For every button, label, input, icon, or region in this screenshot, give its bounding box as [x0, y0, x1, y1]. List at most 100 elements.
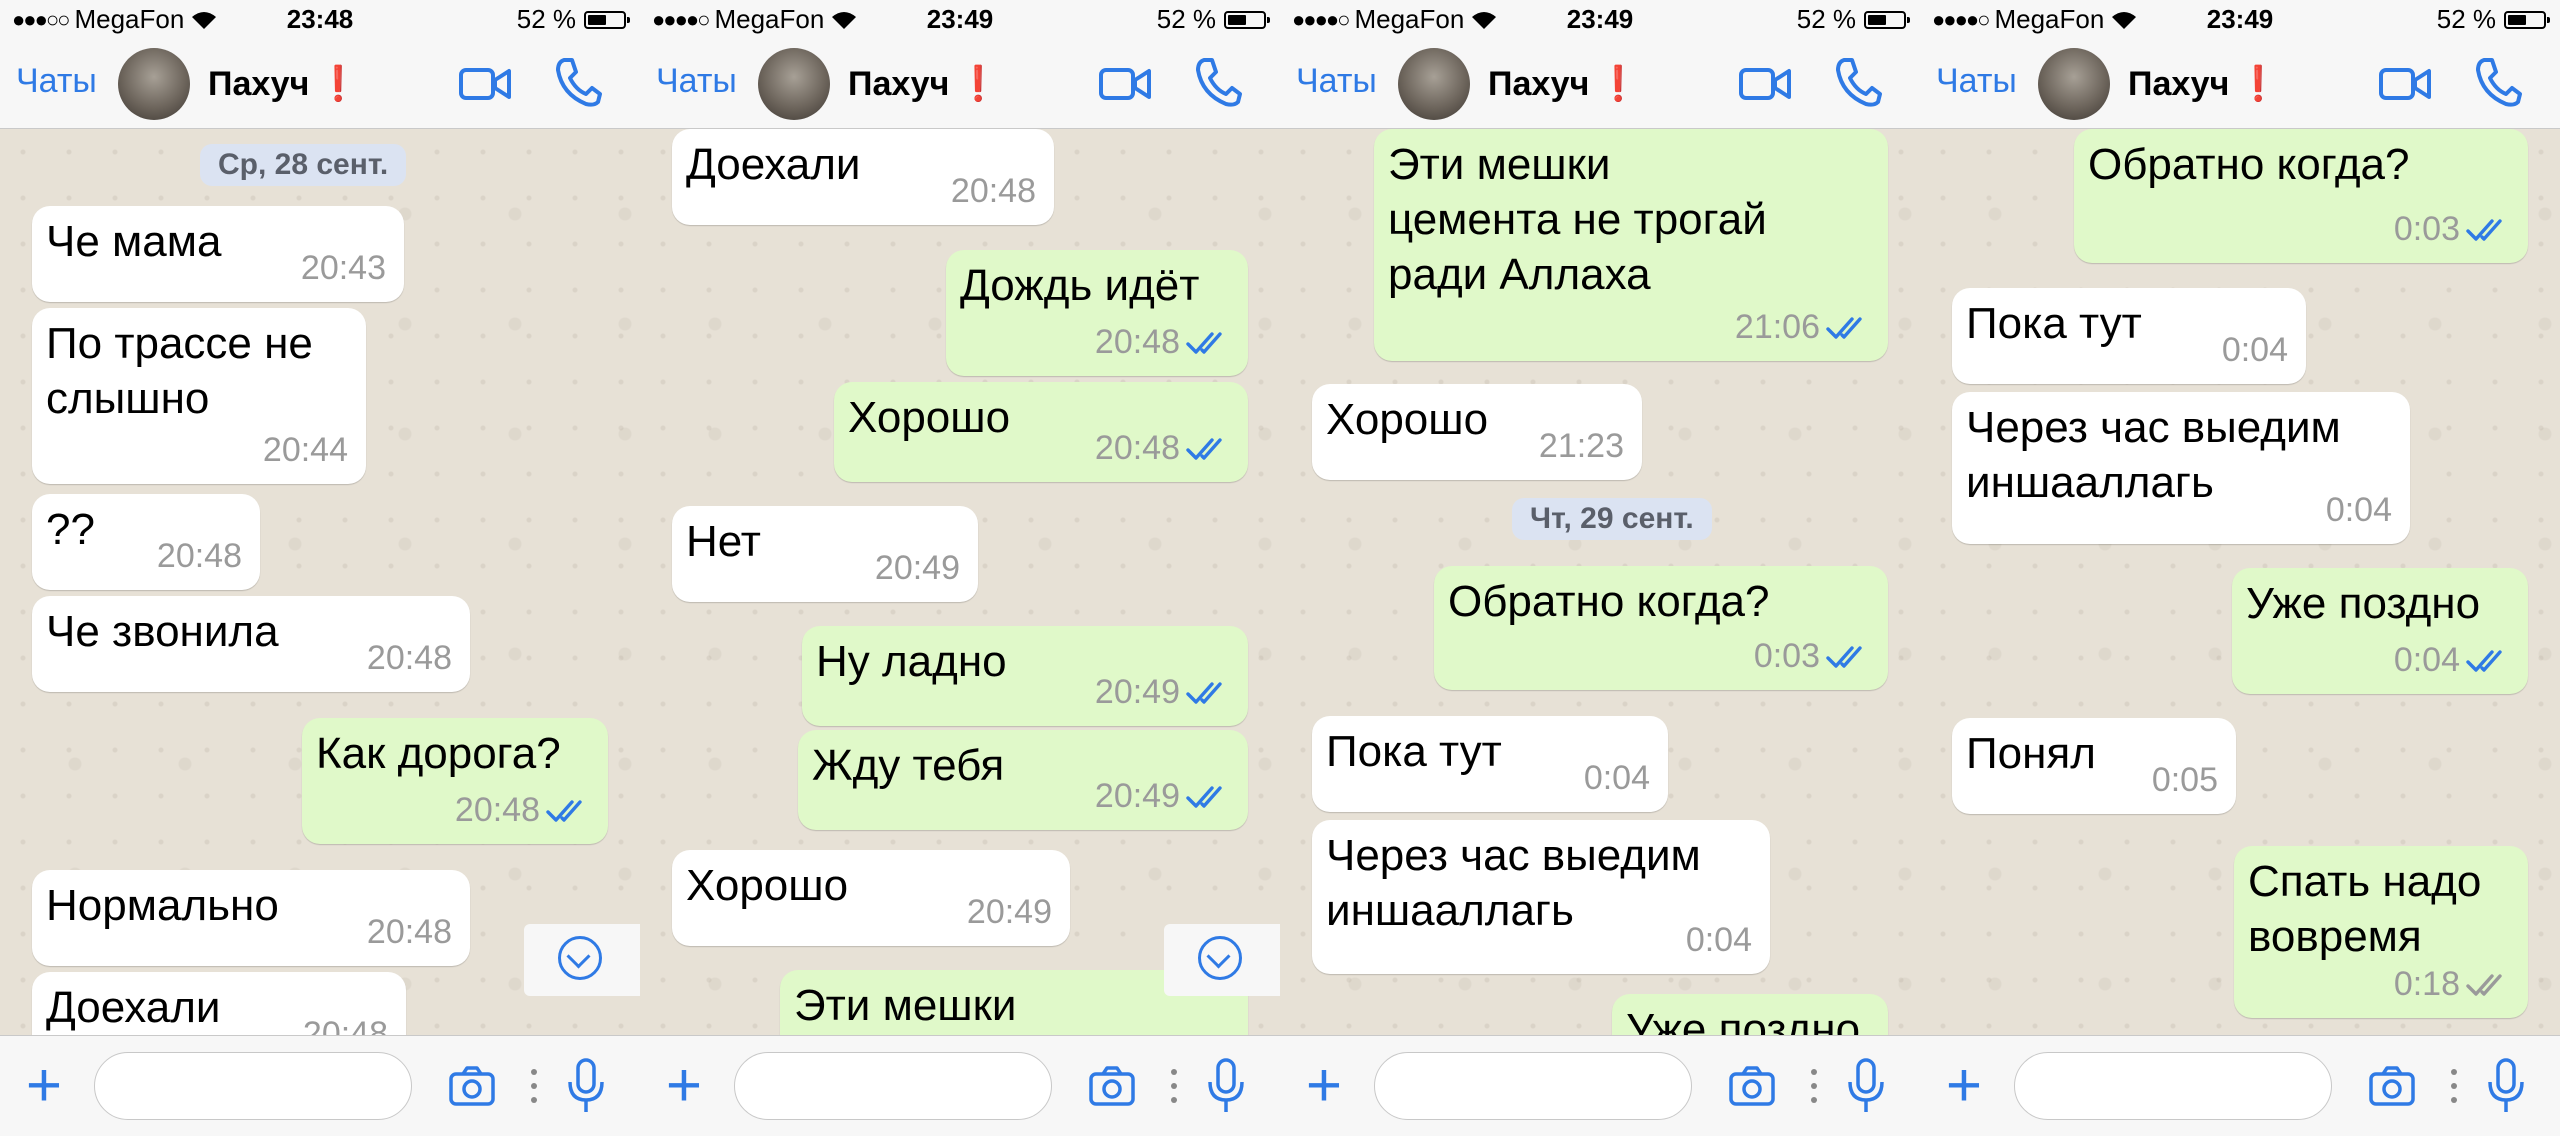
- outgoing-message[interactable]: Спать надо вовремя 0:18: [2234, 846, 2528, 1018]
- back-to-chats-button[interactable]: Чаты: [1296, 62, 1377, 101]
- outgoing-message[interactable]: Ну ладно 20:49: [802, 626, 1248, 726]
- message-meta: 20:48: [367, 905, 452, 960]
- contact-name[interactable]: Пахуч ❗: [208, 64, 360, 104]
- incoming-message[interactable]: Через час выедим иншааллагь 0:04: [1312, 820, 1770, 974]
- outgoing-message[interactable]: Хорошо 20:48: [834, 382, 1248, 482]
- battery-level: [588, 14, 606, 25]
- message-time: 20:49: [966, 893, 1052, 931]
- message-time: 0:03: [2393, 210, 2460, 248]
- message-text: Дождь идёт: [960, 261, 1200, 310]
- camera-icon[interactable]: [1088, 1064, 1136, 1108]
- compose-bar: +: [0, 1035, 640, 1136]
- outgoing-message[interactable]: Дождь идёт 20:48: [946, 250, 1248, 376]
- more-options-icon[interactable]: [530, 1062, 538, 1110]
- message-input[interactable]: [1374, 1052, 1692, 1120]
- video-call-icon[interactable]: [458, 60, 512, 108]
- video-call-icon[interactable]: [1098, 60, 1152, 108]
- battery-icon: [1864, 10, 1910, 29]
- chat-screen-2: ●●●●○ MegaFon 23:49 52 % Чаты Пахуч ❗ Доехали 20…: [640, 0, 1280, 1136]
- message-time: 20:48: [1094, 429, 1180, 467]
- camera-icon[interactable]: [1728, 1064, 1776, 1108]
- outgoing-message[interactable]: Уже поздно 0:04: [2232, 568, 2528, 694]
- message-list[interactable]: Ср, 28 сент. Че мама 20:43 По трассе не слы…: [0, 129, 640, 1035]
- avatar[interactable]: [118, 48, 190, 120]
- outgoing-message[interactable]: Как дорога? 20:48: [302, 718, 608, 844]
- back-to-chats-button[interactable]: Чаты: [1936, 62, 2017, 101]
- scroll-to-bottom-button[interactable]: [524, 924, 640, 996]
- incoming-message[interactable]: По трассе не слышно 20:44: [32, 308, 366, 484]
- outgoing-message[interactable]: Жду тебя 20:49: [798, 730, 1248, 830]
- battery-level: [1868, 14, 1886, 25]
- incoming-message[interactable]: Че мама 20:43: [32, 206, 404, 302]
- avatar[interactable]: [758, 48, 830, 120]
- outgoing-message[interactable]: Эти мешки цемента не трогай ради Аллаха 2…: [1374, 129, 1888, 361]
- back-to-chats-button[interactable]: Чаты: [16, 62, 97, 101]
- message-list[interactable]: Чт, 29 сент. Эти мешки цемента не трогай …: [1280, 129, 1920, 1035]
- incoming-message[interactable]: Хорошо 21:23: [1312, 384, 1642, 480]
- double-check-icon: [1826, 645, 1862, 668]
- plus-icon[interactable]: +: [1304, 1055, 1344, 1117]
- video-call-icon[interactable]: [2378, 60, 2432, 108]
- incoming-message[interactable]: Пока тут 0:04: [1312, 716, 1668, 812]
- contact-name[interactable]: Пахуч ❗: [2128, 64, 2280, 104]
- incoming-message[interactable]: Че звонила 20:48: [32, 596, 470, 692]
- incoming-message[interactable]: Пока тут 0:04: [1952, 288, 2306, 384]
- message-input[interactable]: [734, 1052, 1052, 1120]
- avatar[interactable]: [1398, 48, 1470, 120]
- contact-name[interactable]: Пахуч ❗: [848, 64, 1000, 104]
- camera-icon[interactable]: [2368, 1064, 2416, 1108]
- phone-icon[interactable]: [2474, 56, 2522, 108]
- message-time: 0:04: [1583, 759, 1650, 797]
- microphone-icon[interactable]: [2486, 1056, 2526, 1116]
- battery-status: 52 %: [1797, 4, 1910, 35]
- plus-icon[interactable]: +: [24, 1055, 64, 1117]
- contact-name[interactable]: Пахуч ❗: [1488, 64, 1640, 104]
- chat-screen-1: ●●●○○ MegaFon 23:48 52 % Чаты Пахуч ❗ Ср, 28 се…: [0, 0, 640, 1136]
- more-options-icon[interactable]: [1810, 1062, 1818, 1110]
- message-meta: 20:48: [455, 783, 590, 838]
- battery-icon: [1224, 10, 1270, 29]
- phone-icon[interactable]: [554, 56, 602, 108]
- message-input[interactable]: [2014, 1052, 2332, 1120]
- outgoing-message[interactable]: Уже поздно: [1612, 994, 1888, 1035]
- incoming-message[interactable]: Нет 20:49: [672, 506, 978, 602]
- message-time: 20:48: [366, 913, 452, 951]
- message-time: 20:49: [1094, 673, 1180, 711]
- incoming-message[interactable]: Хорошо 20:49: [672, 850, 1070, 946]
- microphone-icon[interactable]: [566, 1056, 606, 1116]
- message-text: Эти мешки цемента не трогай ради Аллаха: [1388, 140, 1767, 299]
- message-time: 20:49: [1094, 777, 1180, 815]
- message-list[interactable]: Доехали 20:48 Дождь идёт 20:48 Хорошо 20:48 Не…: [640, 129, 1280, 1035]
- back-to-chats-button[interactable]: Чаты: [656, 62, 737, 101]
- video-call-icon[interactable]: [1738, 60, 1792, 108]
- message-text: Обратно когда?: [2088, 140, 2410, 189]
- microphone-icon[interactable]: [1846, 1056, 1886, 1116]
- incoming-message[interactable]: Доехали 20:48: [32, 972, 406, 1035]
- message-meta: 20:49: [967, 885, 1052, 940]
- phone-icon[interactable]: [1194, 56, 1242, 108]
- phone-icon[interactable]: [1834, 56, 1882, 108]
- plus-icon[interactable]: +: [664, 1055, 704, 1117]
- message-text: По трассе не слышно: [46, 319, 313, 423]
- incoming-message[interactable]: ?? 20:48: [32, 494, 260, 590]
- scroll-to-bottom-button[interactable]: [1164, 924, 1280, 996]
- chat-screen-4: ●●●●○ MegaFon 23:49 52 % Чаты Пахуч ❗ Обратно к…: [1920, 0, 2560, 1136]
- incoming-message[interactable]: Понял 0:05: [1952, 718, 2236, 814]
- message-list[interactable]: Обратно когда? 0:03 Пока тут 0:04 Через час …: [1920, 129, 2560, 1035]
- incoming-message[interactable]: Нормально 20:48: [32, 870, 470, 966]
- microphone-icon[interactable]: [1206, 1056, 1246, 1116]
- more-options-icon[interactable]: [2450, 1062, 2458, 1110]
- plus-icon[interactable]: +: [1944, 1055, 1984, 1117]
- incoming-message[interactable]: Через час выедим иншааллагь 0:04: [1952, 392, 2410, 544]
- incoming-message[interactable]: Доехали 20:48: [672, 129, 1054, 225]
- double-check-icon: [1826, 316, 1862, 339]
- message-text: Спать надо вовремя: [2248, 857, 2482, 961]
- outgoing-message[interactable]: Обратно когда? 0:03: [1434, 566, 1888, 690]
- camera-icon[interactable]: [448, 1064, 496, 1108]
- outgoing-message[interactable]: Обратно когда? 0:03: [2074, 129, 2528, 263]
- exclamation-icon: ❗: [317, 65, 360, 103]
- more-options-icon[interactable]: [1170, 1062, 1178, 1110]
- avatar[interactable]: [2038, 48, 2110, 120]
- message-input[interactable]: [94, 1052, 412, 1120]
- message-meta: 20:43: [301, 241, 386, 296]
